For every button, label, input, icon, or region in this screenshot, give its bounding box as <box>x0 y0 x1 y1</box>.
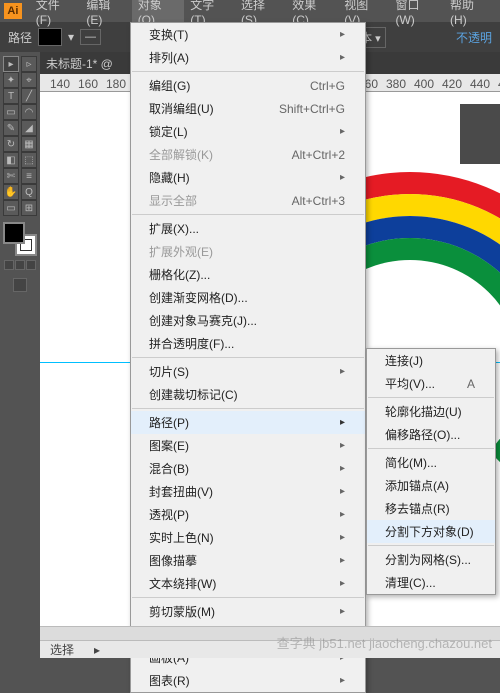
menu-item[interactable]: 封套扭曲(V) <box>131 480 365 503</box>
menu-item[interactable]: 轮廓化描边(U) <box>367 400 495 423</box>
tool-8[interactable]: ✎ <box>3 120 19 136</box>
tool-13[interactable]: ⬚ <box>21 152 37 168</box>
menu-item: 扩展外观(E) <box>131 240 365 263</box>
menubar: Ai 文件(F)编辑(E)对象(O)文字(T)选择(S)效果(C)视图(V)窗口… <box>0 0 500 22</box>
app-logo: Ai <box>4 3 22 19</box>
menu-item[interactable]: 图像描摹 <box>131 549 365 572</box>
tool-0[interactable]: ▸ <box>3 56 19 72</box>
menu-item[interactable]: 编组(G)Ctrl+G <box>131 74 365 97</box>
menu-item[interactable]: 拼合透明度(F)... <box>131 332 365 355</box>
tools-panel: ▸▹✦⌖T╱▭◠✎◢↻▦◧⬚✄≡✋Q▭⊞ <box>0 52 40 658</box>
menu-item[interactable]: 创建裁切标记(C) <box>131 383 365 406</box>
menu-item[interactable]: 移去锚点(R) <box>367 497 495 520</box>
tool-10[interactable]: ↻ <box>3 136 19 152</box>
opacity-label[interactable]: 不透明 <box>456 29 492 46</box>
menu-item[interactable]: 栅格化(Z)... <box>131 263 365 286</box>
menu-item[interactable]: 图表(R) <box>131 669 365 692</box>
status-mode: 选择 <box>50 641 74 658</box>
tool-7[interactable]: ◠ <box>21 104 37 120</box>
watermark: 查字典 jb51.net jiaocheng.chazou.net <box>277 633 492 652</box>
menu-item[interactable]: 图案(E) <box>131 434 365 457</box>
object-menu-dropdown: 变换(T)排列(A) 编组(G)Ctrl+G取消编组(U)Shift+Ctrl+G… <box>130 22 366 693</box>
menu-item[interactable]: 透视(P) <box>131 503 365 526</box>
menu-item[interactable]: 连接(J) <box>367 349 495 372</box>
menu-item[interactable]: 排列(A) <box>131 46 365 69</box>
dropdown-caret-icon[interactable]: ▾ <box>68 30 74 44</box>
menu-item[interactable]: 锁定(L) <box>131 120 365 143</box>
menu-item[interactable]: 扩展(X)... <box>131 217 365 240</box>
fill-stroke-control[interactable] <box>3 222 37 256</box>
status-arrow-icon[interactable]: ▸ <box>94 643 100 657</box>
tool-4[interactable]: T <box>3 88 19 104</box>
gradient-mode-icon[interactable] <box>15 260 25 270</box>
tool-9[interactable]: ◢ <box>21 120 37 136</box>
menu-item[interactable]: 隐藏(H) <box>131 166 365 189</box>
tool-15[interactable]: ≡ <box>21 168 37 184</box>
menu-item[interactable]: 添加锚点(A) <box>367 474 495 497</box>
menu-item: 显示全部Alt+Ctrl+3 <box>131 189 365 212</box>
color-mode-icon[interactable] <box>4 260 14 270</box>
menu-0[interactable]: 文件(F) <box>30 0 81 29</box>
menu-8[interactable]: 帮助(H) <box>444 0 496 29</box>
menu-item[interactable]: 剪切蒙版(M) <box>131 600 365 623</box>
tool-16[interactable]: ✋ <box>3 184 19 200</box>
menu-item[interactable]: 平均(V)...A <box>367 372 495 395</box>
path-submenu: 连接(J)平均(V)...A 轮廓化描边(U)偏移路径(O)... 简化(M)...… <box>366 348 496 595</box>
tool-18[interactable]: ▭ <box>3 200 19 216</box>
menu-item[interactable]: 清理(C)... <box>367 571 495 594</box>
menu-item[interactable]: 变换(T) <box>131 23 365 46</box>
menu-item[interactable]: 创建渐变网格(D)... <box>131 286 365 309</box>
menu-7[interactable]: 窗口(W) <box>389 0 444 29</box>
tool-2[interactable]: ✦ <box>3 72 19 88</box>
menu-item[interactable]: 创建对象马赛克(J)... <box>131 309 365 332</box>
menu-item[interactable]: 文本绕排(W) <box>131 572 365 595</box>
tool-3[interactable]: ⌖ <box>21 72 37 88</box>
fill-swatch-main[interactable] <box>3 222 25 244</box>
tool-1[interactable]: ▹ <box>21 56 37 72</box>
menu-item: 全部解锁(K)Alt+Ctrl+2 <box>131 143 365 166</box>
option-path-label: 路径 <box>8 29 32 46</box>
menu-item[interactable]: 切片(S) <box>131 360 365 383</box>
tool-5[interactable]: ╱ <box>21 88 37 104</box>
menu-item[interactable]: 偏移路径(O)... <box>367 423 495 446</box>
menu-item[interactable]: 路径(P) <box>131 411 365 434</box>
tool-14[interactable]: ✄ <box>3 168 19 184</box>
screen-mode-icon[interactable] <box>13 278 27 292</box>
tool-12[interactable]: ◧ <box>3 152 19 168</box>
stroke-weight-select[interactable]: — <box>80 29 101 45</box>
menu-item[interactable]: 分割为网格(S)... <box>367 548 495 571</box>
tool-17[interactable]: Q <box>21 184 37 200</box>
tool-19[interactable]: ⊞ <box>21 200 37 216</box>
menu-item[interactable]: 混合(B) <box>131 457 365 480</box>
tool-11[interactable]: ▦ <box>21 136 37 152</box>
menu-item[interactable]: 简化(M)... <box>367 451 495 474</box>
menu-item[interactable]: 实时上色(N) <box>131 526 365 549</box>
panel-dock <box>460 104 500 164</box>
menu-1[interactable]: 编辑(E) <box>80 0 131 29</box>
fill-swatch[interactable] <box>38 28 62 46</box>
none-mode-icon[interactable] <box>26 260 36 270</box>
menu-item[interactable]: 取消编组(U)Shift+Ctrl+G <box>131 97 365 120</box>
tool-6[interactable]: ▭ <box>3 104 19 120</box>
menu-item[interactable]: 分割下方对象(D) <box>367 520 495 543</box>
